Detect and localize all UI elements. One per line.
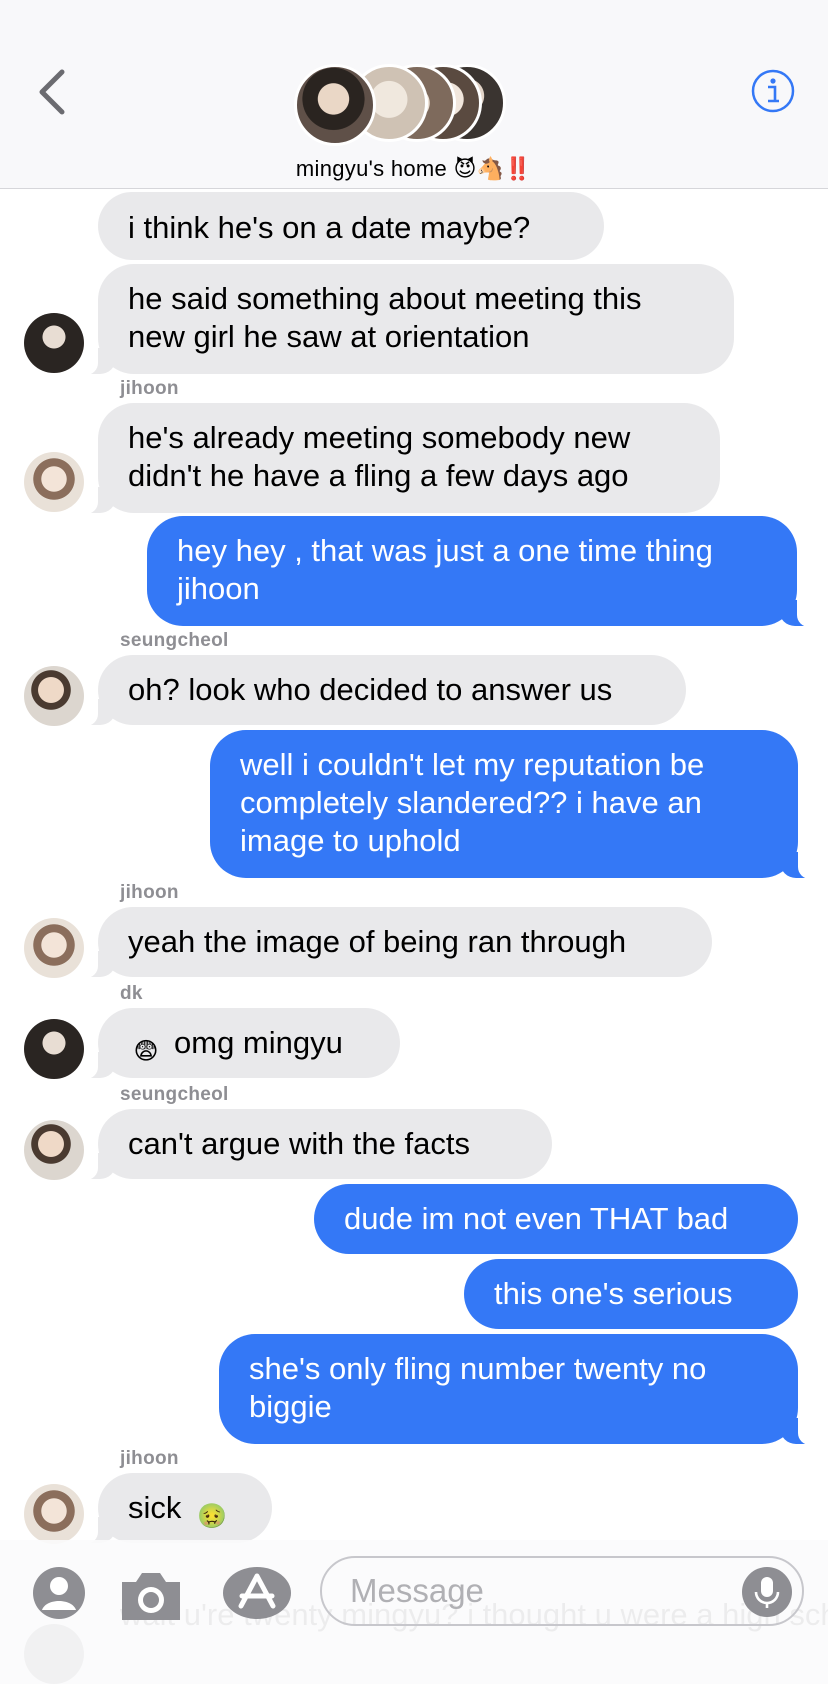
group-name: mingyu's home [295,156,448,181]
message-input[interactable] [320,1556,804,1626]
group-title[interactable]: mingyu's home 😈🐴‼️ [0,156,828,182]
sender-avatar[interactable] [24,666,84,726]
group-member-avatar [294,64,376,146]
info-icon[interactable] [750,68,796,114]
sender-name: jihoon [120,1448,179,1469]
sender-avatar[interactable] [24,1019,84,1079]
message-text: i think he's on a date maybe? [128,210,531,245]
sender-avatar[interactable] [24,1484,84,1544]
sent-message[interactable]: this one's serious [464,1259,798,1329]
sender-avatar[interactable] [24,918,84,978]
camera-icon[interactable] [118,1570,184,1627]
nauseated-face-icon: 🤢 [197,1503,227,1530]
sender-name: seungcheol [120,1084,229,1105]
message-text: sick [128,1490,182,1525]
received-message[interactable]: i think he's on a date maybe? [98,192,604,260]
sender-name: dk [120,983,143,1004]
message-text: dude im not even THAT bad [344,1201,729,1236]
received-message[interactable]: yeah the image of being ran through [84,907,712,978]
received-message[interactable]: can't argue with the facts [84,1109,552,1180]
message-text: he's already meeting somebody new didn't… [128,420,631,493]
contact-icon[interactable] [32,1566,86,1625]
sent-message[interactable]: hey hey , that was just a one time thing… [147,516,811,627]
sender-avatar[interactable] [24,452,84,512]
app-store-icon[interactable] [222,1566,292,1625]
sender-name: jihoon [120,378,179,399]
message-text: well i couldn't let my reputation be com… [240,747,705,858]
sender-avatar[interactable] [24,313,84,373]
group-avatar-stack[interactable] [294,64,506,146]
sender-avatar [24,1624,84,1684]
sent-message[interactable]: dude im not even THAT bad [314,1184,798,1254]
message-text: hey hey , that was just a one time thing… [177,533,713,606]
conversation-header: mingyu's home 😈🐴‼️ [0,0,828,189]
back-chevron-icon[interactable] [34,64,74,120]
sender-avatar[interactable] [24,1120,84,1180]
message-text: she's only fling number twenty no biggie [249,1351,707,1424]
message-text: oh? look who decided to answer us [128,672,613,707]
received-message[interactable]: he said something about meeting this new… [84,264,734,375]
microphone-icon[interactable] [742,1567,792,1617]
sender-name: seungcheol [120,630,229,651]
sent-message[interactable]: well i couldn't let my reputation be com… [210,730,812,879]
group-emoji: 😈🐴‼️ [453,156,533,181]
sent-message[interactable]: she's only fling number twenty no biggie [219,1334,812,1445]
message-text: this one's serious [494,1276,733,1311]
fearful-face-icon: 😨 [133,1038,159,1065]
sender-name: jihoon [120,882,179,903]
received-message[interactable]: sick 🤢 [84,1473,272,1544]
message-text: omg mingyu [174,1025,343,1060]
received-message[interactable]: he's already meeting somebody new didn't… [84,403,720,514]
message-text: yeah the image of being ran through [128,924,627,959]
message-text: can't argue with the facts [128,1126,470,1161]
message-text: he said something about meeting this new… [128,281,642,354]
received-message[interactable]: 😨 omg mingyu [84,1008,400,1079]
received-message[interactable]: oh? look who decided to answer us [84,655,686,726]
